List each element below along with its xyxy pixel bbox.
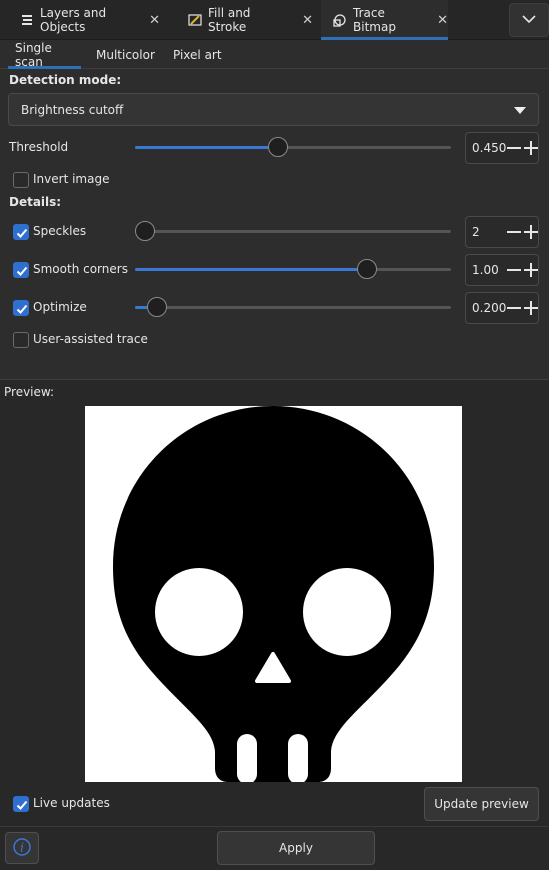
layers-icon (20, 13, 34, 27)
apply-label: Apply (279, 841, 313, 855)
threshold-value: 0.450 (472, 141, 507, 155)
user-assisted-trace-checkbox[interactable] (13, 332, 29, 348)
speckles-slider-handle[interactable] (135, 221, 155, 241)
skull-image (113, 406, 434, 782)
info-button[interactable]: i (5, 832, 39, 864)
tab-trace-bitmap[interactable]: Trace Bitmap ✕ (321, 0, 448, 40)
subtab-single-scan[interactable]: Single scan (8, 40, 81, 69)
user-assisted-trace-label: User-assisted trace (33, 332, 148, 346)
speckles-slider[interactable] (135, 230, 451, 233)
threshold-slider-fill (135, 146, 278, 149)
minus-icon[interactable] (507, 307, 521, 309)
optimize-label: Optimize (33, 300, 87, 314)
tab-label: Trace Bitmap (353, 6, 396, 34)
tab-label: Layers and Objects (40, 6, 107, 34)
subtab-pixel-art[interactable]: Pixel art (173, 40, 222, 69)
subtab-label: Multicolor (96, 47, 155, 62)
update-preview-button[interactable]: Update preview (424, 787, 539, 821)
threshold-slider-handle[interactable] (268, 137, 289, 157)
optimize-slider-fill (135, 306, 148, 309)
close-icon[interactable]: ✕ (437, 13, 448, 28)
sub-tab-bar (0, 40, 549, 69)
smooth-corners-slider-fill (135, 268, 372, 271)
detection-mode-label: Detection mode: (9, 73, 122, 87)
dock-menu-button[interactable] (509, 3, 549, 37)
details-label: Details: (9, 195, 62, 209)
close-icon[interactable]: ✕ (149, 13, 160, 28)
fill-stroke-icon (188, 13, 202, 27)
optimize-spinbox[interactable]: 0.200 (465, 292, 539, 324)
smooth-corners-value: 1.00 (472, 263, 499, 277)
detection-mode-value: Brightness cutoff (21, 102, 124, 117)
tab-layers-and-objects[interactable]: Layers and Objects ✕ (0, 0, 160, 40)
optimize-slider-handle[interactable] (146, 297, 167, 317)
detection-mode-select[interactable]: Brightness cutoff (8, 93, 539, 126)
smooth-corners-label: Smooth corners (33, 262, 128, 276)
optimize-slider[interactable] (135, 306, 451, 309)
subtab-label: Pixel art (173, 47, 222, 62)
live-updates-label: Live updates (33, 796, 110, 810)
threshold-spinbox[interactable]: 0.450 (465, 132, 539, 164)
close-icon[interactable]: ✕ (302, 13, 313, 28)
trace-bitmap-icon (333, 13, 347, 27)
divider (0, 826, 549, 827)
preview-label: Preview: (4, 385, 55, 399)
minus-icon[interactable] (507, 147, 521, 149)
tab-fill-and-stroke[interactable]: Fill and Stroke ✕ (168, 0, 313, 40)
smooth-corners-spinbox[interactable]: 1.00 (465, 254, 539, 286)
optimize-value: 0.200 (472, 301, 507, 315)
speckles-value: 2 (472, 225, 480, 239)
preview-image (85, 406, 462, 782)
chevron-down-icon (522, 13, 536, 27)
apply-button[interactable]: Apply (217, 831, 375, 865)
info-icon: i (13, 837, 31, 859)
minus-icon[interactable] (507, 269, 521, 271)
speckles-label: Speckles (33, 224, 87, 238)
speckles-spinbox[interactable]: 2 (465, 216, 539, 248)
threshold-label: Threshold (9, 140, 69, 154)
tab-label: Fill and Stroke (208, 6, 251, 34)
speckles-checkbox[interactable] (13, 224, 29, 240)
optimize-checkbox[interactable] (13, 300, 29, 316)
subtab-label: Single scan (15, 40, 52, 69)
update-preview-label: Update preview (434, 797, 529, 811)
svg-text:i: i (20, 840, 24, 854)
smooth-corners-checkbox[interactable] (13, 262, 29, 278)
live-updates-checkbox[interactable] (13, 796, 29, 812)
subtab-multicolor[interactable]: Multicolor (96, 40, 155, 69)
smooth-corners-slider-handle[interactable] (357, 259, 377, 279)
invert-image-checkbox[interactable] (13, 172, 29, 188)
dropdown-arrow-icon (514, 107, 526, 114)
minus-icon[interactable] (507, 231, 521, 233)
invert-image-label: Invert image (33, 172, 110, 186)
